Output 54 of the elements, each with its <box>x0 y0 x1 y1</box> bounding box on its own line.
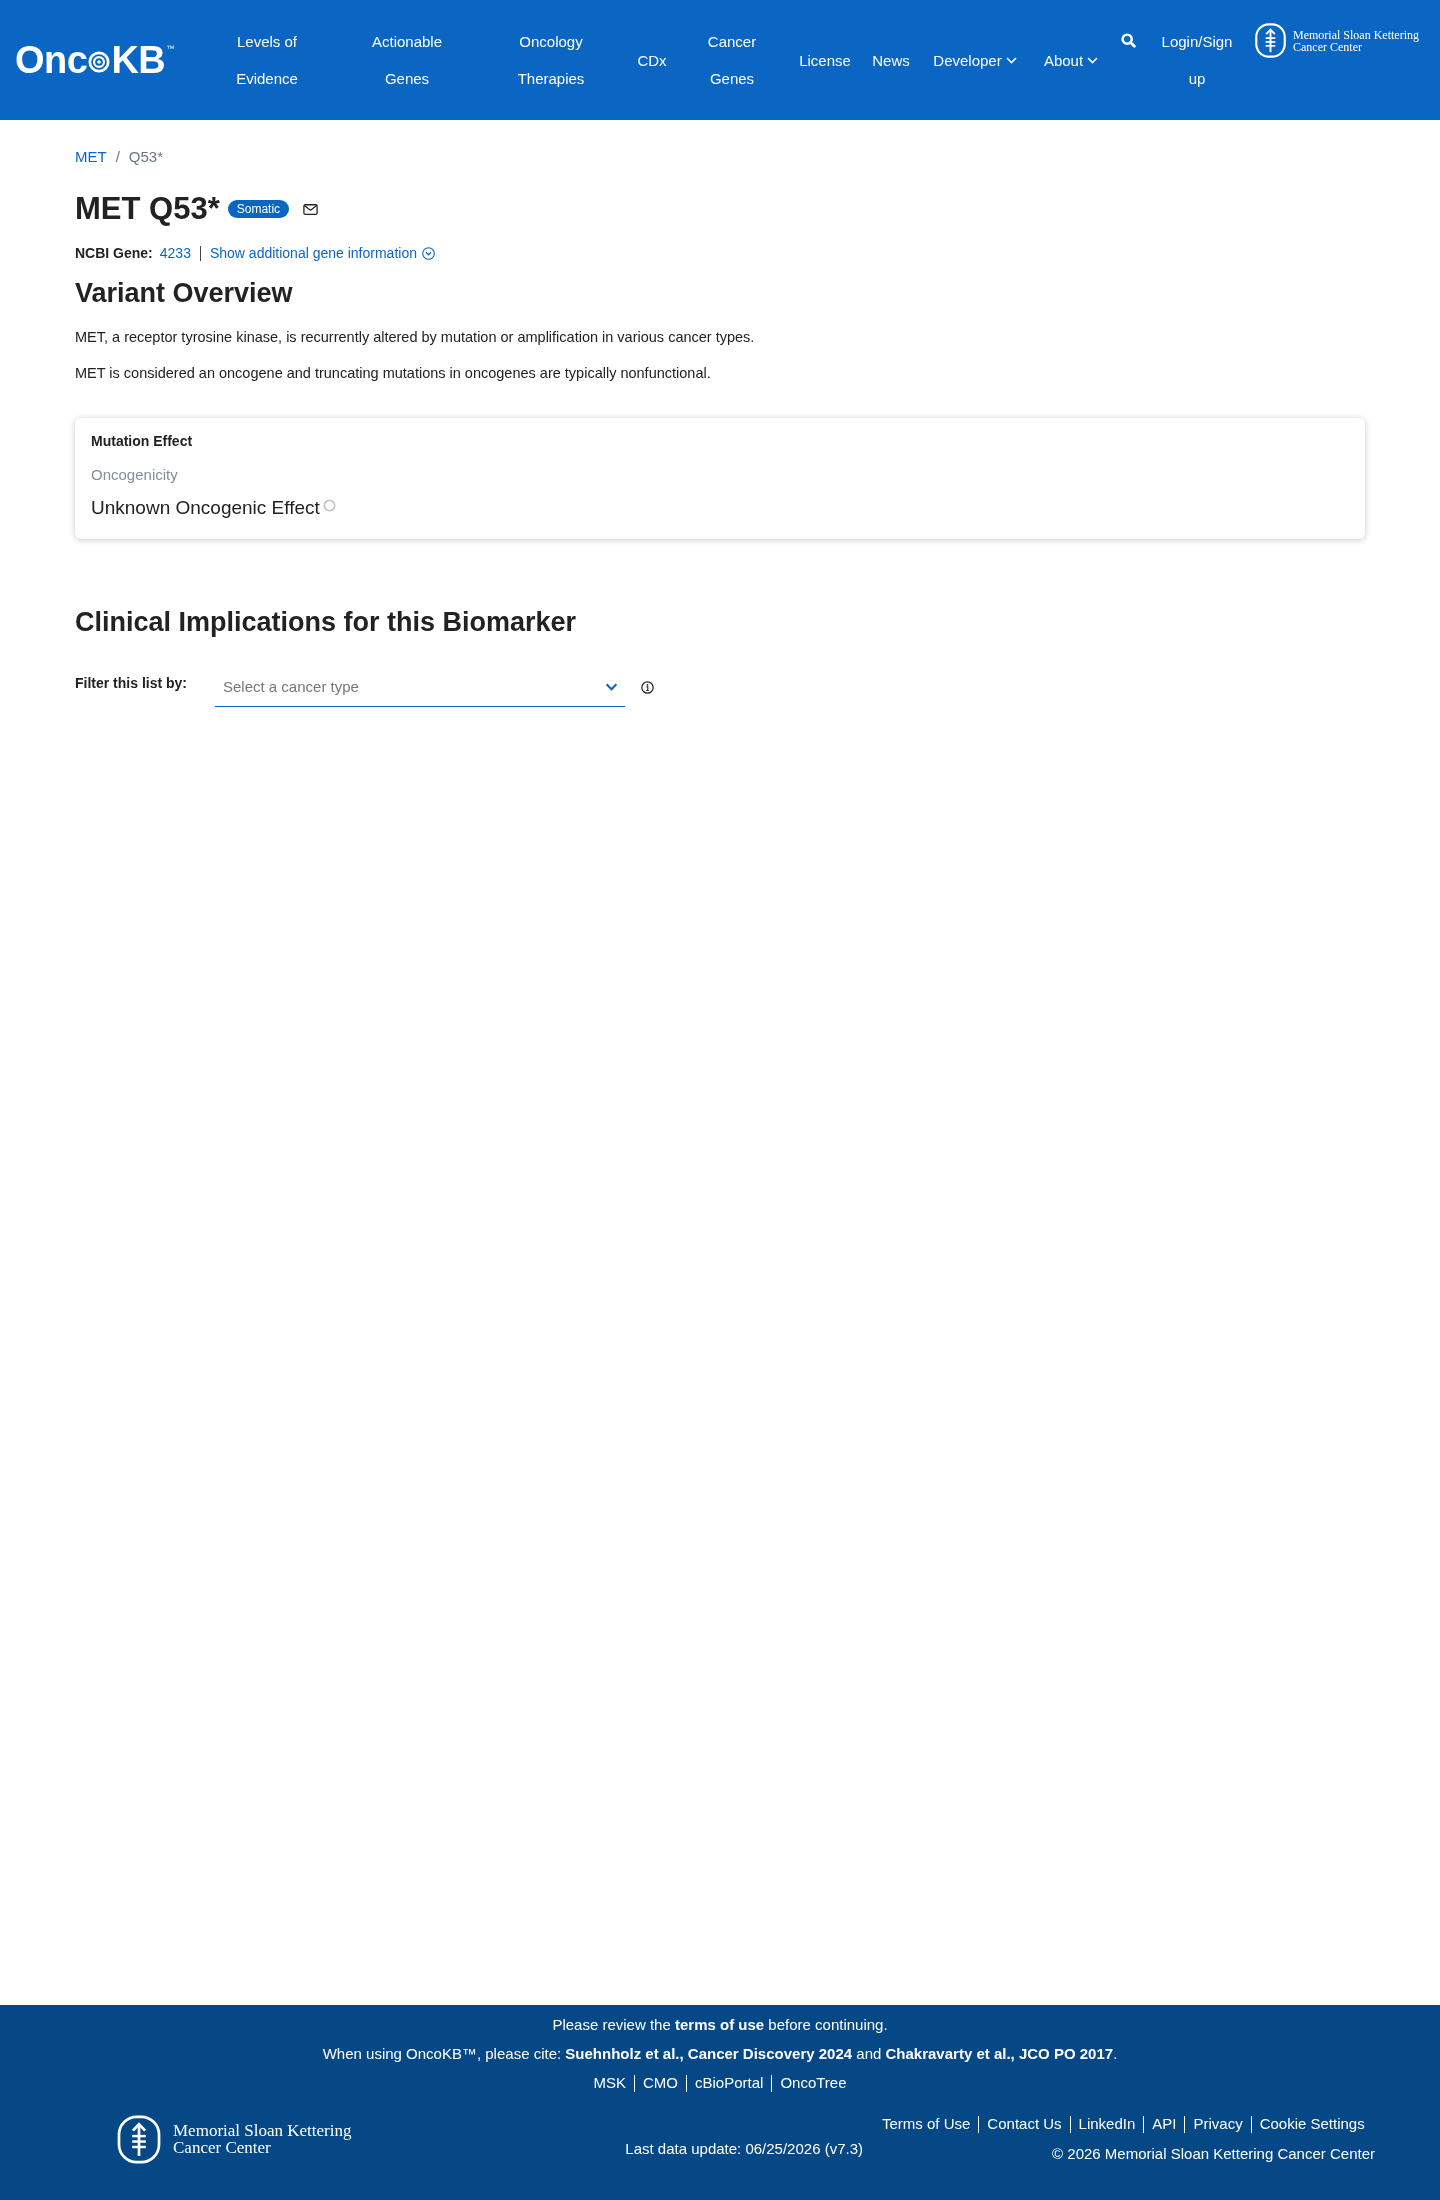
footer-link[interactable]: API <box>1152 2113 1177 2135</box>
chevron-down-icon <box>1005 56 1017 64</box>
variant-title: MET Q53* <box>75 191 220 227</box>
footer-link[interactable]: Privacy <box>1193 2113 1243 2135</box>
mail-icon[interactable] <box>303 203 319 215</box>
section-heading: Variant Overview <box>75 277 294 310</box>
breadcrumb-current: Q53* <box>128 147 164 167</box>
last-update-text: Last data update: 06/25/2026 (v7.3) <box>625 2139 863 2159</box>
footer-link[interactable]: OncoTree <box>780 2072 847 2094</box>
search-icon[interactable] <box>1120 33 1136 48</box>
nav-link[interactable]: Actionable Genes <box>368 23 446 97</box>
nav-link[interactable]: Oncology Therapies <box>512 23 590 97</box>
login-link[interactable]: Login/Sign up <box>1158 23 1236 97</box>
overview-paragraph: MET is considered an oncogene and truncating mutations in oncogenes are typically nonfunctional. <box>75 364 712 383</box>
footer-link[interactable]: Cookie Settings <box>1259 2113 1365 2135</box>
nav-link[interactable]: Levels of Evidence <box>228 23 306 97</box>
oncokb-logo[interactable]: Onc KB™ <box>15 38 174 82</box>
breadcrumb-link[interactable]: MET <box>75 146 107 168</box>
oncogenicity-value: Unknown Oncogenic Effect <box>91 496 320 520</box>
footer-link[interactable]: LinkedIn <box>1078 2113 1136 2135</box>
citation-text: When using OncoKB™, please cite: Suehnholz et al., Cancer Discovery 2024 and Chakravarty et al., JCO PO 2017. <box>322 2044 1118 2064</box>
target-icon <box>88 51 111 73</box>
breadcrumb-separator: / <box>115 147 120 167</box>
footer-link[interactable]: Terms of Use <box>882 2113 971 2135</box>
nav-link[interactable]: News <box>872 41 910 79</box>
terms-notice: Please review the terms of use before continuing. <box>552 2015 888 2035</box>
footer-link[interactable]: Contact Us <box>987 2113 1062 2135</box>
footer-link[interactable]: CMO <box>643 2072 678 2094</box>
chevron-down-icon[interactable] <box>605 683 618 691</box>
oncogenicity-label: Oncogenicity <box>91 465 179 485</box>
nav-link[interactable]: License <box>799 41 851 79</box>
gene-info-toggle[interactable]: Show additional gene information <box>209 242 435 264</box>
msk-logo[interactable]: Memorial Sloan Kettering Cancer Center <box>1255 23 1425 58</box>
nav-dropdown[interactable]: About <box>1043 41 1099 79</box>
card-title: Mutation Effect <box>91 432 194 451</box>
msk-logo[interactable]: Memorial Sloan Kettering Cancer Center <box>117 2113 363 2165</box>
copyright-text: © 2026 Memorial Sloan Kettering Cancer Center <box>1052 2144 1375 2164</box>
footer-link[interactable]: MSK <box>593 2072 626 2094</box>
tree-emblem-icon <box>1255 23 1286 58</box>
somatic-badge: Somatic <box>227 200 290 218</box>
ncbi-gene-label: NCBI Gene: <box>75 244 153 263</box>
section-heading: Clinical Implications for this Biomarker <box>75 606 578 639</box>
tree-emblem-icon <box>117 2114 161 2164</box>
chevron-down-icon <box>1087 56 1099 64</box>
info-icon[interactable] <box>641 681 654 694</box>
cancer-type-select[interactable]: Select a cancer type <box>215 667 625 707</box>
ring-icon <box>322 499 336 512</box>
nav-link[interactable]: Cancer Genes <box>693 23 771 97</box>
nav-link[interactable]: CDx <box>637 41 667 79</box>
overview-paragraph: MET, a receptor tyrosine kinase, is recurrently altered by mutation or amplification in various cancer types. <box>75 328 756 347</box>
footer-link[interactable]: cBioPortal <box>695 2072 764 2094</box>
nav-dropdown[interactable]: Developer <box>933 41 1017 79</box>
filter-label: Filter this list by: <box>75 674 188 693</box>
gene-id-link[interactable]: 4233 <box>159 242 191 264</box>
